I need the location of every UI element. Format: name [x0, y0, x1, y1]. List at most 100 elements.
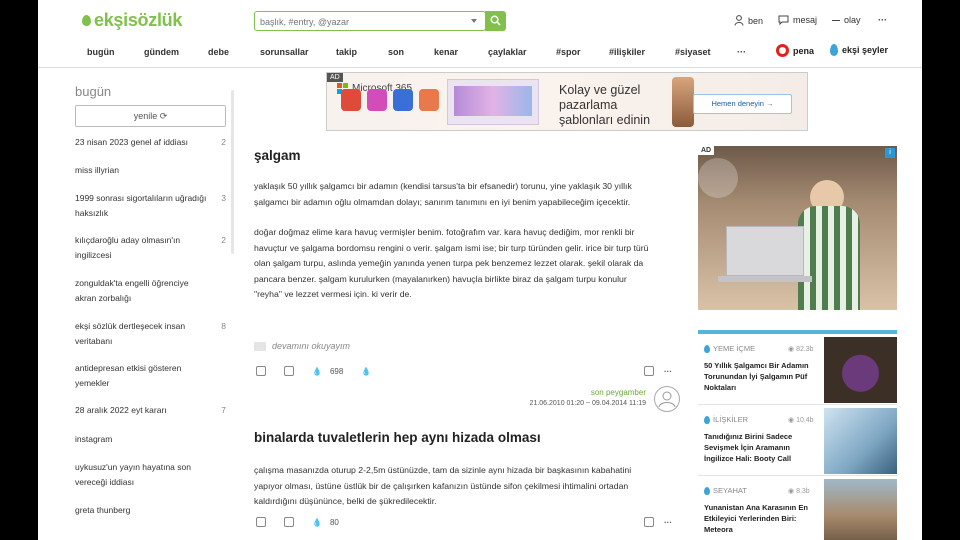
nav-item-debe[interactable]: debe [208, 47, 229, 57]
promo-category-label: İLİŞKİLER [713, 415, 749, 424]
nav-item-spor[interactable]: #spor [556, 47, 581, 57]
topic-item[interactable]: instagram [75, 432, 226, 460]
ad-laptop-base-image [718, 276, 812, 282]
read-more-link[interactable]: devamını okuyayım [254, 341, 350, 351]
topic-item[interactable]: greta thunberg [75, 503, 226, 519]
site-logo[interactable]: ekşisözlük [82, 10, 182, 31]
blue-drop-icon[interactable]: 💧 [361, 367, 371, 376]
promo-title: 50 Yıllık Şalgamcı Bir Adamın Torunundan… [704, 361, 809, 392]
entry-more-icon[interactable]: ··· [664, 367, 672, 376]
promo-title: Tanıdığınız Birini Sadece Sevişmek İçin … [704, 432, 793, 463]
eksi-seyler-link[interactable]: ekşi şeyler [830, 44, 888, 56]
downvote-icon[interactable] [284, 517, 294, 527]
search-input[interactable] [255, 13, 455, 31]
entry-title[interactable]: binalarda tuvaletlerin hep aynı hizada o… [254, 430, 541, 445]
nav-item-kenar[interactable]: kenar [434, 47, 458, 57]
ad-cta-button[interactable]: Hemen deneyin → [693, 94, 792, 114]
fav-count: 80 [329, 517, 339, 527]
nav-item-son[interactable]: son [388, 47, 404, 57]
topic-item[interactable]: kılıçdaroğlu aday olmasın'ın ingilizcesi… [75, 233, 226, 276]
nav-item-iliskiler[interactable]: #ilişkiler [609, 47, 645, 57]
author-link[interactable]: son peygamber [504, 388, 646, 397]
downvote-icon[interactable] [284, 366, 294, 376]
nav-item-siyaset[interactable]: #siyaset [675, 47, 711, 57]
right-ad-banner[interactable]: AD i [698, 146, 897, 310]
promo-category: YEME İÇME [704, 344, 755, 353]
topic-item[interactable]: 1999 sonrası sigortalıların uğradığı hak… [75, 191, 226, 233]
entry-body: çalışma masanızda oturup 2-2,5m üstünüzd… [254, 463, 659, 510]
sidebar-scrollbar[interactable] [231, 90, 234, 254]
promo-item[interactable]: SEYAHAT ◉ 8.3b Yunanistan Ana Karasının … [698, 476, 897, 540]
topic-item[interactable]: zonguldak'ta engelli öğrenciye akran zor… [75, 276, 226, 319]
nav-item-takip[interactable]: takip [336, 47, 357, 57]
topic-item[interactable]: miss illyrian [75, 163, 226, 191]
topic-item[interactable]: antidepresan etkisi gösteren yemekler [75, 361, 226, 403]
nav-item-sorunsallar[interactable]: sorunsallar [260, 47, 309, 57]
avatar[interactable] [654, 386, 680, 412]
nav-item-gundem[interactable]: gündem [144, 47, 179, 57]
user-mesaj[interactable]: mesaj [778, 15, 817, 25]
upvote-icon[interactable] [256, 517, 266, 527]
topic-title: ekşi sözlük dertleşecek insan veritabanı [75, 321, 186, 346]
page: ekşisözlük ben mesaj olay ··· bugün günd… [38, 0, 922, 540]
promo-item[interactable]: İLİŞKİLER ◉ 10.4b Tanıdığınız Birini Sad… [698, 405, 897, 476]
eye-icon: ◉ [788, 346, 797, 353]
promo-category-label: SEYAHAT [713, 486, 747, 495]
topic-item[interactable]: ekşi sözlük dertleşecek insan veritabanı… [75, 319, 226, 361]
pena-label: pena [793, 45, 815, 56]
nav-item-caylaklar[interactable]: çaylaklar [488, 47, 527, 57]
drop-icon [82, 15, 91, 26]
user-mesaj-label: mesaj [793, 15, 818, 25]
promo-item[interactable]: YEME İÇME ◉ 82.3b 50 Yıllık Şalgamcı Bir… [698, 334, 897, 405]
user-olay[interactable]: olay [832, 15, 861, 25]
drop-icon [704, 344, 710, 353]
ad-info-icon[interactable]: i [885, 148, 895, 158]
logo-text: ekşisözlük [94, 10, 183, 30]
promo-views-label: 82.3b [796, 346, 814, 353]
search-button[interactable] [485, 11, 506, 31]
user-icon [734, 15, 744, 26]
nav-item-more[interactable]: ··· [737, 47, 746, 57]
ad-person-shirt-image [798, 206, 860, 310]
topic-item[interactable]: 23 nisan 2023 genel af iddiası 2 [75, 135, 226, 163]
ad-laptop-image [726, 226, 804, 276]
promo-title: Yunanistan Ana Karasının En Etkileyici Y… [704, 503, 808, 534]
topic-title: kılıçdaroğlu aday olmasın'ın ingilizcesi [75, 235, 181, 260]
topic-count: 3 [221, 193, 226, 203]
topic-title: 28 aralık 2022 eyt kararı [75, 405, 167, 415]
entry-paragraph: doğar doğmaz elime kara havuç vermişler … [254, 227, 649, 299]
entry-actions: 💧 80 ··· [256, 517, 676, 527]
promo-image [824, 479, 897, 540]
top-ad-banner[interactable]: AD Microsoft 365 Kolay ve güzel pazarlam… [326, 72, 808, 131]
more-menu-button[interactable]: ··· [878, 15, 887, 25]
promo-image [824, 337, 897, 403]
user-ben[interactable]: ben [734, 15, 763, 26]
nav-item-bugun[interactable]: bugün [87, 47, 115, 57]
topic-item[interactable]: uykusuz'un yayın hayatına son vereceği i… [75, 460, 226, 503]
entry-paragraph: yaklaşık 50 yıllık şalgamcı bir adamın (… [254, 181, 632, 207]
entry-title[interactable]: şalgam [254, 148, 301, 163]
entry-date[interactable]: 21.06.2010 01:20 ~ 09.04.2014 11:19 [504, 400, 646, 407]
ad-tag: AD [698, 146, 715, 155]
entry-body: yaklaşık 50 yıllık şalgamcı bir adamın (… [254, 179, 652, 303]
pena-link[interactable]: pena [776, 44, 814, 57]
share-icon[interactable] [644, 517, 654, 527]
drop-icon [704, 486, 710, 495]
app-tile-icon [367, 89, 387, 111]
entry-more-icon[interactable]: ··· [664, 518, 672, 527]
upvote-icon[interactable] [256, 366, 266, 376]
topic-title: antidepresan etkisi gösteren yemekler [75, 363, 182, 388]
topic-title: zonguldak'ta engelli öğrenciye akran zor… [75, 278, 189, 303]
fav-count: 698 [329, 366, 344, 376]
topic-item[interactable]: 28 aralık 2022 eyt kararı 7 [75, 403, 226, 432]
share-icon[interactable] [644, 366, 654, 376]
app-tile-icon [341, 89, 361, 111]
search-dropdown-caret-icon[interactable] [471, 19, 477, 23]
topic-count: 2 [221, 235, 226, 245]
ad-logo-image [698, 158, 738, 198]
refresh-button[interactable]: yenile ⟳ [75, 105, 226, 127]
fav-drop-icon[interactable]: 💧 [312, 518, 322, 527]
fav-drop-icon[interactable]: 💧 [312, 367, 322, 376]
sidebar: bugün yenile ⟳ 23 nisan 2023 genel af id… [75, 84, 233, 519]
refresh-label: yenile [133, 111, 158, 121]
